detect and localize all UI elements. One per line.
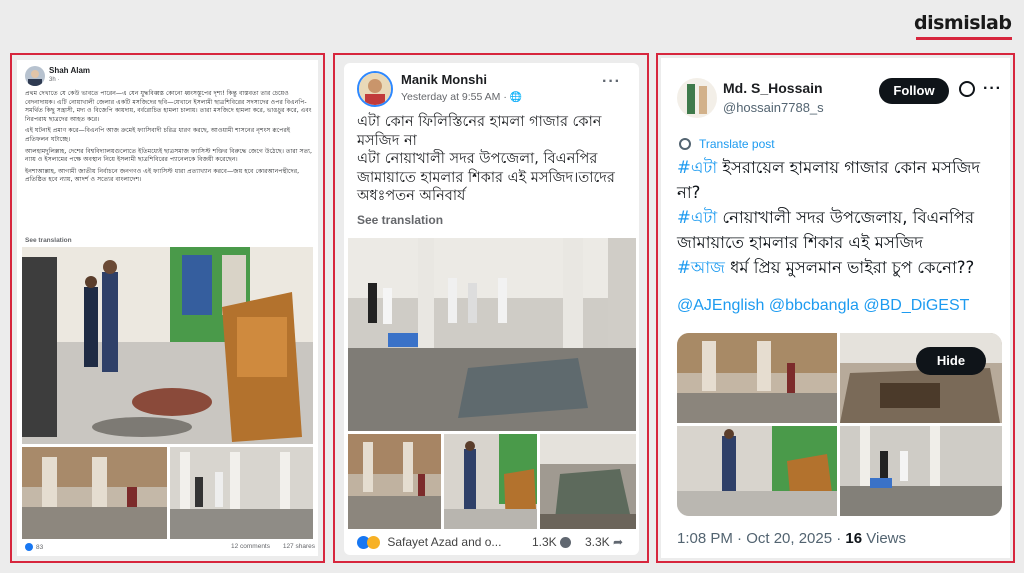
grok-icon[interactable] bbox=[959, 81, 975, 97]
post-card: Md. S_Hossain @hossain7788_s Follow ··· … bbox=[661, 58, 1010, 558]
dismislab-logo: dismislab bbox=[914, 12, 1014, 40]
mentions[interactable]: @AJEnglish @bbcbangla @BD_DiGEST bbox=[677, 297, 969, 315]
post-photo-main[interactable] bbox=[22, 247, 313, 444]
post-footer: Safayet Azad and o... 1.3K 3.3K ➦ bbox=[357, 535, 637, 550]
comment-icon bbox=[560, 537, 572, 549]
paragraph: আলহামদুলিল্লাহ, দেশের বিশ্ববিদ্যালয়গুলো… bbox=[25, 147, 313, 164]
more-options-icon[interactable]: ··· bbox=[983, 80, 1002, 98]
shares-count: 3.3K bbox=[585, 535, 610, 549]
more-options-icon[interactable]: ··· bbox=[602, 73, 621, 91]
comments-count: 1.3K bbox=[532, 535, 557, 549]
translate-icon bbox=[679, 138, 691, 150]
post-photo-3[interactable] bbox=[677, 426, 837, 516]
post-text: #এটা ইসরায়েল হামলায় গাজার কোন মসজিদ না… bbox=[677, 155, 1002, 280]
post-time[interactable]: Yesterday at 9:55 AM · 🌐 bbox=[401, 91, 522, 103]
see-translation-link[interactable]: See translation bbox=[357, 213, 443, 227]
post-line: #এটা নোয়াখালী সদর উপজেলায়, বিএনপির জাম… bbox=[677, 205, 1002, 255]
shares-group[interactable]: 3.3K ➦ bbox=[585, 535, 623, 549]
time-text: Yesterday at 9:55 AM · bbox=[401, 91, 507, 103]
post-footer: 83 127 shares 12 comments bbox=[25, 543, 315, 551]
sad-icon[interactable] bbox=[367, 536, 380, 550]
post-line: #এটা ইসরায়েল হামলায় গাজার কোন মসজিদ না… bbox=[677, 155, 1002, 205]
post-text: প্রথম দেখাতে যে কেউ ভাবতে পারেন—এ যেন যু… bbox=[25, 90, 313, 188]
hashtag-link[interactable]: #আজ bbox=[677, 258, 725, 277]
logo-text: dismislab bbox=[914, 12, 1012, 34]
post-text: এটা কোন ফিলিস্তিনের হামলা গাজার কোন মসজি… bbox=[357, 114, 615, 205]
author-handle[interactable]: @hossain7788_s bbox=[723, 100, 824, 115]
views-label: Views bbox=[862, 530, 907, 547]
post-photo-thumb-2[interactable] bbox=[170, 447, 313, 539]
paragraph: ইনশাআল্লাহ, আগামী জাতীয় নির্বাচনে জনগণও… bbox=[25, 167, 300, 184]
hashtag-link[interactable]: #এটা bbox=[677, 208, 717, 227]
panel-facebook-post-1: Shah Alam 3h · প্রথম দেখাতে যে কেউ ভাবতে… bbox=[10, 53, 325, 563]
author-name[interactable]: Md. S_Hossain bbox=[723, 80, 823, 96]
post-time[interactable]: 3h · bbox=[49, 77, 59, 83]
post-photo-thumb-2[interactable] bbox=[444, 434, 537, 529]
reactors-text[interactable]: Safayet Azad and o... bbox=[387, 535, 501, 549]
post-meta: 1:08 PM · Oct 20, 2025 · 16 Views bbox=[677, 530, 906, 547]
logo-underline bbox=[916, 37, 1012, 40]
globe-icon: 🌐 bbox=[509, 92, 523, 103]
line-text: নোয়াখালী সদর উপজেলায়, বিএনপির জামায়াত… bbox=[677, 208, 975, 252]
comments-group[interactable]: 1.3K bbox=[532, 535, 572, 549]
shares-count[interactable]: 127 shares bbox=[283, 543, 315, 550]
paragraph: প্রথম দেখাতে যে কেউ ভাবতে পারেন—এ যেন যু… bbox=[25, 90, 312, 123]
line-text: ধর্ম প্রিয় মুসলমান ভাইরা চুপ কেনো?? bbox=[724, 258, 975, 277]
author-name[interactable]: Shah Alam bbox=[49, 66, 90, 75]
author-name[interactable]: Manik Monshi bbox=[401, 72, 487, 87]
paragraph: এই ঘটনাই প্রমাণ করে—বিএনপি আজ ক্রমেই ফ্য… bbox=[25, 127, 291, 143]
post-photo-thumb-1[interactable] bbox=[348, 434, 441, 529]
follow-button[interactable]: Follow bbox=[879, 78, 949, 104]
avatar[interactable] bbox=[357, 71, 393, 107]
post-card: Shah Alam 3h · প্রথম দেখাতে যে কেউ ভাবতে… bbox=[17, 60, 318, 556]
hashtag-link[interactable]: #এটা bbox=[677, 158, 717, 177]
comments-count[interactable]: 12 comments bbox=[231, 543, 270, 550]
post-photo-thumb-1[interactable] bbox=[22, 447, 167, 539]
hide-media-button[interactable]: Hide bbox=[916, 347, 986, 375]
post-photo-1[interactable] bbox=[677, 333, 837, 423]
post-photo-thumb-3[interactable] bbox=[540, 434, 636, 529]
translate-post-link[interactable]: Translate post bbox=[699, 137, 775, 151]
reactions-icon[interactable] bbox=[25, 543, 33, 551]
post-line: #আজ ধর্ম প্রিয় মুসলমান ভাইরা চুপ কেনো?? bbox=[677, 255, 1002, 280]
post-timestamp[interactable]: 1:08 PM · Oct 20, 2025 · bbox=[677, 530, 845, 547]
post-photo-main[interactable] bbox=[348, 238, 636, 431]
reactions-count[interactable]: 83 bbox=[36, 544, 43, 551]
views-count: 16 bbox=[845, 530, 863, 547]
avatar[interactable] bbox=[25, 66, 45, 86]
share-icon: ➦ bbox=[613, 535, 624, 549]
post-card: Manik Monshi Yesterday at 9:55 AM · 🌐 ··… bbox=[344, 63, 639, 555]
panel-x-post: Md. S_Hossain @hossain7788_s Follow ··· … bbox=[656, 53, 1015, 563]
post-photo-2[interactable] bbox=[840, 333, 1002, 423]
panel-facebook-post-2: Manik Monshi Yesterday at 9:55 AM · 🌐 ··… bbox=[333, 53, 649, 563]
avatar[interactable] bbox=[677, 78, 717, 118]
post-photo-4[interactable] bbox=[840, 426, 1002, 516]
line-text: ইসরায়েল হামলায় গাজার কোন মসজিদ না? bbox=[677, 158, 981, 202]
see-translation-link[interactable]: See translation bbox=[25, 237, 72, 244]
